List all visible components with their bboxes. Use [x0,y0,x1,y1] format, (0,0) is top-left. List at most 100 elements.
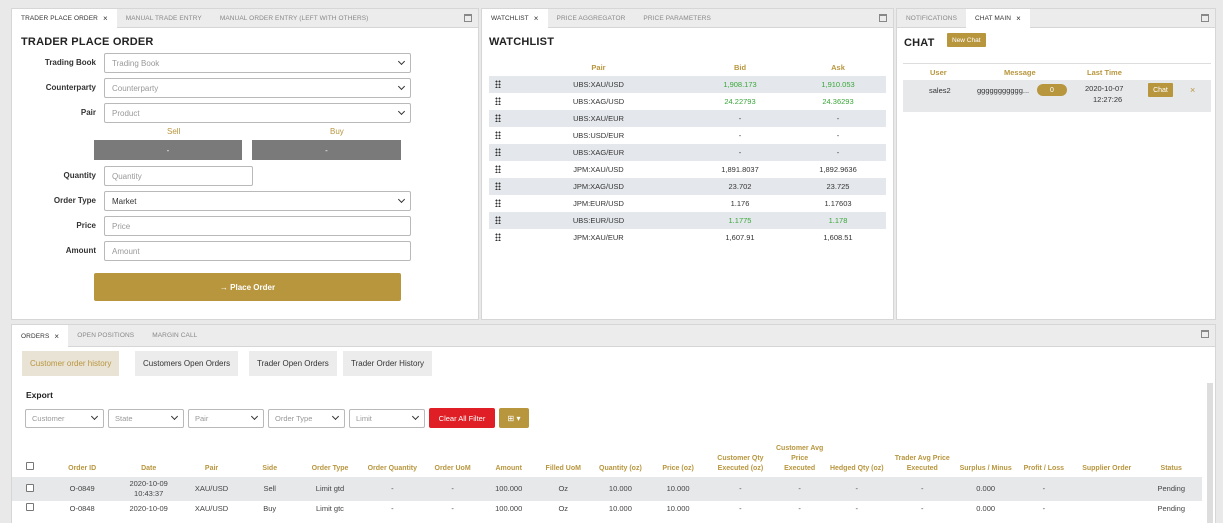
tab-notifications[interactable]: NOTIFICATIONS [897,9,966,28]
buy-button[interactable]: - [252,140,401,160]
close-icon[interactable]: × [1016,14,1021,23]
limit-filter[interactable]: Limit [349,409,425,428]
export-label[interactable]: Export [26,390,53,400]
chevron-down-icon [331,412,340,421]
close-icon[interactable]: × [54,332,59,341]
ask-cell[interactable]: 1,892.9636 [790,161,886,178]
scrollbar[interactable] [1207,383,1213,523]
tab-margin-call[interactable]: MARGIN CALL [143,326,206,345]
bid-cell[interactable]: - [690,110,790,127]
bid-cell[interactable]: 1,908.173 [690,76,790,93]
ask-cell[interactable]: 1,608.51 [790,229,886,246]
place-order-button[interactable]: → Place Order [94,273,401,301]
table-row[interactable]: UBS:XAU/EUR - - [489,110,886,127]
table-row[interactable]: UBS:EUR/USD 1.1775 1.178 [489,212,886,229]
bid-cell[interactable]: 1.1775 [690,212,790,229]
pair-placeholder: Product [112,108,140,118]
counterparty-select[interactable]: Counterparty [104,78,411,98]
drag-handle-icon[interactable] [489,212,507,229]
row-checkbox[interactable] [26,483,35,492]
state-filter[interactable]: State [108,409,184,428]
ask-cell[interactable]: 23.725 [790,178,886,195]
ask-cell[interactable]: 1.17603 [790,195,886,212]
table-cell: - [921,503,924,513]
divider [903,63,1211,64]
tab-open-positions[interactable]: OPEN POSITIONS [68,326,143,345]
subtab-trader-order-history[interactable]: Trader Order History [343,351,433,376]
bid-cell[interactable]: 1,891.8037 [690,161,790,178]
table-row[interactable]: JPM:EUR/USD 1.176 1.17603 [489,195,886,212]
maximize-icon[interactable] [1201,14,1209,22]
sell-button[interactable]: - [94,140,242,160]
ask-cell[interactable]: 24.36293 [790,93,886,110]
pair-cell: JPM:XAU/USD [573,165,624,174]
ask-cell[interactable]: - [790,110,886,127]
maximize-icon[interactable] [879,14,887,22]
tab-price-parameters[interactable]: PRICE PARAMETERS [634,9,720,28]
ask-cell[interactable]: 1.178 [790,212,886,229]
maximize-icon[interactable] [1201,330,1209,338]
order-type-filter[interactable]: Order Type [268,409,345,428]
chat-button[interactable]: Chat [1148,83,1173,97]
pair-select[interactable]: Product [104,103,411,123]
new-chat-button[interactable]: New Chat [947,33,986,47]
drag-handle-icon[interactable] [489,127,507,144]
bid-cell[interactable]: - [690,144,790,161]
table-row[interactable]: UBS:XAU/USD 1,908.173 1,910.053 [489,76,886,93]
drag-handle-icon[interactable] [489,178,507,195]
ask-cell[interactable]: - [790,127,886,144]
table-cell: 10.000 [648,477,708,501]
subtab-trader-open-orders[interactable]: Trader Open Orders [249,351,337,376]
select-all-checkbox[interactable] [26,462,35,470]
grid-columns-button[interactable]: ⊞ ▾ [499,408,529,428]
table-row[interactable]: UBS:XAG/EUR - - [489,144,886,161]
column-header: Quantity (oz) [599,465,642,472]
table-row[interactable]: JPM:XAU/USD 1,891.8037 1,892.9636 [489,161,886,178]
column-header: Date [141,465,157,472]
bid-cell[interactable]: - [690,127,790,144]
trader-place-order-panel: TRADER PLACE ORDER × MANUAL TRADE ENTRY M… [11,8,479,320]
drag-handle-icon[interactable] [489,110,507,127]
order-type-select[interactable]: Market [104,191,411,211]
bid-cell[interactable]: 1.176 [690,195,790,212]
tab-orders[interactable]: ORDERS × [12,325,69,347]
close-icon[interactable]: × [534,14,539,23]
ask-cell[interactable]: - [790,144,886,161]
column-header: Status [1160,465,1182,472]
table-row[interactable]: UBS:USD/EUR - - [489,127,886,144]
ask-cell[interactable]: 1,910.053 [790,76,886,93]
chat-row[interactable]: sales2 ggggggggggg... 0 2020-10-07 12:27… [903,80,1211,112]
quantity-input[interactable]: Quantity [104,166,253,186]
table-row[interactable]: JPM:XAG/USD 23.702 23.725 [489,178,886,195]
table-row[interactable]: UBS:XAG/USD 24.22793 24.36293 [489,93,886,110]
amount-input[interactable]: Amount [104,241,411,261]
bid-cell[interactable]: 1,607.91 [690,229,790,246]
trading-book-select[interactable]: Trading Book [104,53,411,73]
table-header: Pair Bid Ask [489,59,886,76]
tab-price-aggregator[interactable]: PRICE AGGREGATOR [548,9,635,28]
row-checkbox[interactable] [26,503,35,511]
price-placeholder: Price [112,221,131,231]
customer-filter[interactable]: Customer [25,409,104,428]
table-row[interactable]: JPM:XAU/EUR 1,607.91 1,608.51 [489,229,886,246]
pair-filter[interactable]: Pair [188,409,264,428]
drag-handle-icon[interactable] [489,76,507,93]
tab-watchlist[interactable]: WATCHLIST × [482,9,548,29]
bid-cell[interactable]: 23.702 [690,178,790,195]
bid-cell[interactable]: 24.22793 [690,93,790,110]
drag-handle-icon[interactable] [489,144,507,161]
remove-icon[interactable]: × [1190,85,1195,95]
drag-handle-icon[interactable] [489,229,507,246]
table-row[interactable]: O-0849 2020-10-09 10:43:37 XAU/USD Sell Limi… [12,477,1202,501]
price-input[interactable]: Price [104,216,411,236]
tab-chat-main[interactable]: CHAT MAIN × [966,9,1030,29]
subtab-customer-order-history[interactable]: Customer order history [22,351,120,376]
clear-all-filter-button[interactable]: Clear All Filter [429,408,495,428]
drag-handle-icon[interactable] [489,161,507,178]
column-header: Surplus / Minus [959,465,1012,472]
drag-handle-icon[interactable] [489,195,507,212]
drag-handle-icon[interactable] [489,93,507,110]
chevron-down-icon [397,82,406,91]
subtab-customers-open-orders[interactable]: Customers Open Orders [135,351,239,376]
table-row[interactable]: O-0848 2020-10-09 XAU/USD Buy Limit gtc - - 100… [12,501,1202,516]
